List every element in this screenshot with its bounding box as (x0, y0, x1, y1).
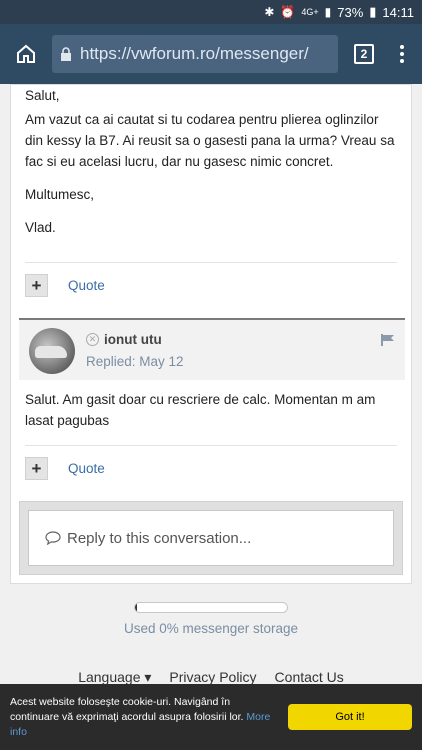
browser-toolbar: https://vwforum.ro/messenger/ 2 (0, 24, 422, 84)
cookie-message: Acest website foloseşte cookie-uri. Navi… (10, 695, 288, 740)
message-2-actions: + Quote (25, 445, 397, 485)
tabs-button[interactable]: 2 (346, 36, 382, 72)
quote-link[interactable]: Quote (68, 461, 105, 476)
message-thanks: Multumesc, (25, 187, 95, 202)
message-body: Am vazut ca ai cautat si tu codarea pent… (25, 112, 395, 169)
alarm-icon: ⏰ (280, 5, 296, 19)
author-row: ✕ ionut utu (86, 332, 162, 347)
home-button[interactable] (8, 36, 44, 72)
signal-icon: ▮ (324, 5, 332, 19)
offline-icon: ✕ (86, 333, 99, 346)
storage-fill (135, 603, 137, 612)
home-icon (17, 44, 35, 63)
battery-level: 73% (337, 4, 364, 20)
message-greeting: Salut, (25, 88, 60, 103)
quote-link[interactable]: Quote (68, 278, 105, 293)
comment-icon (45, 531, 61, 545)
storage-label: Used 0% messenger storage (123, 621, 299, 636)
address-bar[interactable]: https://vwforum.ro/messenger/ (52, 35, 338, 73)
battery-icon: ▮ (369, 4, 377, 19)
overflow-menu-button[interactable] (390, 36, 414, 72)
message-2-header: ✕ ionut utu Replied: May 12 (19, 318, 405, 380)
message-signature: Vlad. (25, 220, 56, 235)
url-text: https://vwforum.ro/messenger/ (80, 44, 309, 63)
cookie-text: Acest website foloseşte cookie-uri. Navi… (10, 695, 244, 723)
message-1-actions: + Quote (25, 262, 397, 302)
avatar[interactable] (29, 328, 75, 374)
message-1: Salut, Am vazut ca ai cautat si tu codar… (25, 85, 397, 250)
lock-icon (61, 46, 71, 61)
reply-box: Reply to this conversation... (19, 501, 403, 575)
got-it-button[interactable]: Got it! (288, 704, 412, 730)
conversation-panel: Salut, Am vazut ca ai cautat si tu codar… (10, 84, 412, 584)
clock: 14:11 (382, 4, 414, 20)
network-type: 4G+ (301, 7, 319, 17)
storage-progress (134, 602, 288, 613)
multiquote-button[interactable]: + (25, 457, 48, 480)
status-bar: ✱ ⏰ 4G+ ▮ 73% ▮ 14:11 (0, 0, 422, 24)
reply-input[interactable]: Reply to this conversation... (28, 510, 394, 566)
multiquote-button[interactable]: + (25, 274, 48, 297)
bluetooth-icon: ✱ (264, 5, 275, 19)
page-content: Salut, Am vazut ca ai cautat si tu codar… (0, 84, 422, 750)
tab-count: 2 (354, 44, 374, 64)
cookie-banner: Acest website foloseşte cookie-uri. Navi… (0, 684, 422, 750)
message-2-body: Salut. Am gasit doar cu rescriere de cal… (25, 392, 376, 428)
author-name[interactable]: ionut utu (104, 332, 162, 347)
report-flag-icon[interactable] (381, 334, 395, 346)
reply-placeholder: Reply to this conversation... (67, 529, 252, 547)
caret-down-icon: ▾ (144, 669, 152, 685)
replied-date: Replied: May 12 (86, 354, 184, 369)
